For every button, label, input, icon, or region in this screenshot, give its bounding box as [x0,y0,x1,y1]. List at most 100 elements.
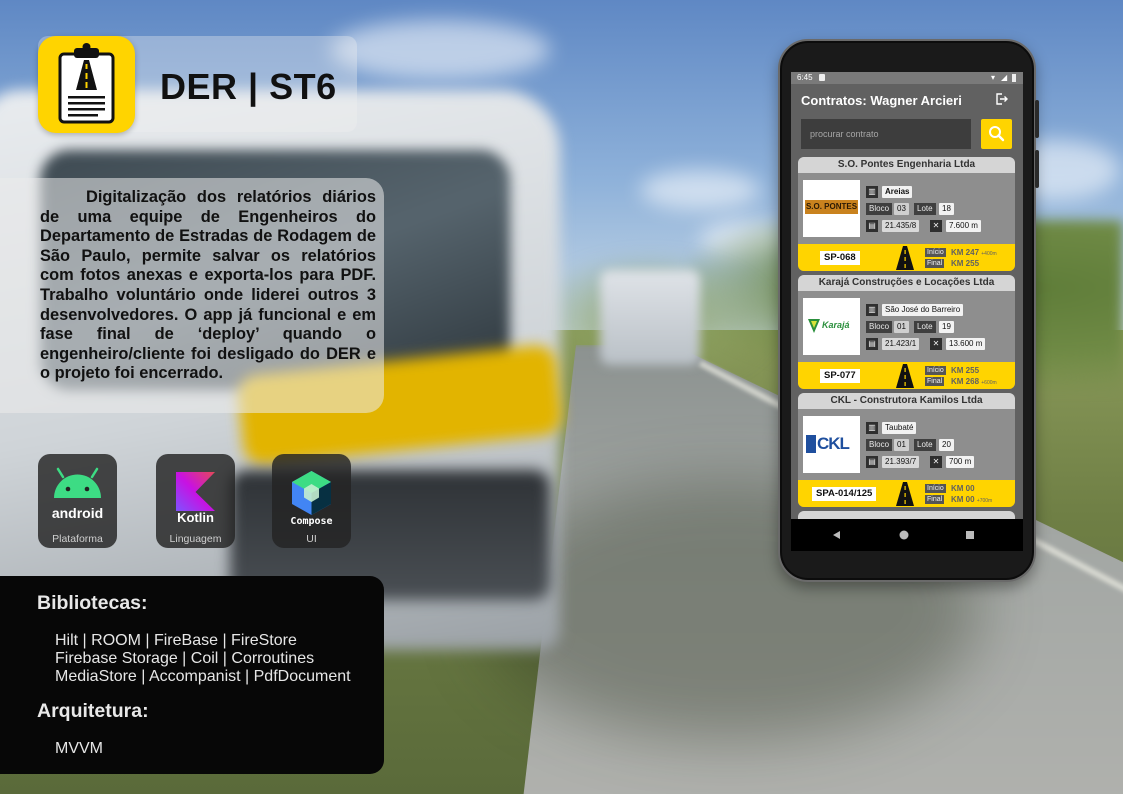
contract-card[interactable]: CKL - Construtora Kamilos Ltda CKL ▥ Tau… [798,393,1015,507]
road-icon [896,246,914,270]
contract-card-partial[interactable] [798,511,1015,519]
tech-name: android [52,505,103,521]
final-label: Final [925,377,945,386]
road-icon [896,364,914,388]
phone-power-button [1035,150,1039,188]
contract-company: S.O. Pontes Engenharia Ltda [798,157,1015,173]
search-input[interactable]: procurar contrato [801,119,971,149]
road-code: SP-068 [820,251,860,265]
android-nav-bar [791,519,1023,551]
tech-name: Kotlin [177,510,214,525]
bloco-value: 03 [894,203,909,215]
company-logo: CKL [803,416,860,473]
tools-icon: ✕ [930,220,942,232]
back-icon[interactable] [833,531,840,539]
tech-tile-kotlin: Kotlin Linguagem [156,454,235,548]
document-icon: ▤ [866,338,878,350]
tools-icon: ✕ [930,338,942,350]
tools-icon: ✕ [930,456,942,468]
bloco-label: Bloco [866,439,893,451]
recents-icon[interactable] [966,531,974,539]
inicio-value: KM 255 [951,366,980,375]
status-bar: 6:45 ▾ ◢ [791,72,1023,84]
libraries-line: Firebase Storage | Coil | Corroutines [55,650,315,667]
doc-number: 21.423/1 [882,338,920,350]
extent-value: 7.600 m [946,220,981,232]
project-description: Digitalização dos relatórios diários de … [40,188,376,383]
lote-value: 18 [939,203,954,215]
contract-card[interactable]: Karajá Construções e Locações Ltda Karaj… [798,275,1015,389]
architecture-value: MVVM [55,740,103,757]
final-value: KM 00 +700m [951,495,993,504]
city-icon: ▥ [866,186,878,198]
inicio-value: KM 247 +400m [951,248,997,257]
battery-icon [1012,74,1016,82]
contract-company: Karajá Construções e Locações Ltda [798,275,1015,291]
inicio-label: Início [925,248,946,257]
city-icon: ▥ [866,304,878,316]
contract-footer: SP-077 Início KM 255 Final KM 268 +600m [798,362,1015,389]
app-title: DER | ST6 [160,66,337,107]
city-icon: ▥ [866,422,878,434]
lote-label: Lote [914,439,936,451]
final-value: KM 255 [951,259,980,268]
search-icon [989,126,1005,142]
lote-value: 20 [939,439,954,451]
kotlin-icon: Kotlin [176,472,215,525]
lote-label: Lote [914,321,936,333]
inicio-value: KM 00 [951,484,975,493]
extent-value: 700 m [946,456,975,468]
inicio-label: Início [925,366,946,375]
home-icon[interactable] [899,530,909,540]
signal-icon: ◢ [1001,73,1008,82]
final-label: Final [925,259,945,268]
road-icon [896,482,914,506]
doc-number: 21.393/7 [882,456,920,468]
final-value: KM 268 +600m [951,377,997,386]
contract-footer: SPA-014/125 Início KM 00 Final KM 00 +70… [798,480,1015,507]
tech-caption: Linguagem [169,533,222,545]
android-icon: android [52,467,103,521]
sd-card-icon [819,74,825,81]
contract-footer: SP-068 Início KM 247 +400m Final KM 255 [798,244,1015,271]
road-code: SP-077 [820,369,860,383]
tech-tile-compose: Compose UI [272,454,351,548]
status-time: 6:45 [797,73,813,82]
appbar-title: Contratos: Wagner Arcieri [801,93,962,108]
tech-tile-android: android Plataforma [38,454,117,548]
libraries-line: MediaStore | Accompanist | PdfDocument [55,668,351,685]
city-name: São José do Barreiro [882,304,964,316]
tech-caption: UI [306,533,317,545]
company-logo: S.O. PONTES [803,180,860,237]
phone-volume-button [1035,100,1039,138]
extent-value: 13.600 m [946,338,986,350]
final-label: Final [925,495,945,504]
bloco-label: Bloco [866,203,893,215]
phone-screen: 6:45 ▾ ◢ Contratos: Wagner Arcieri procu… [791,72,1023,519]
logout-icon[interactable] [996,93,1008,105]
libraries-line: Hilt | ROOM | FireBase | FireStore [55,632,297,649]
compose-icon: Compose [290,471,333,527]
document-icon: ▤ [866,220,878,232]
search-button[interactable] [981,119,1012,149]
city-name: Areias [882,186,913,198]
clipboard-road-icon [38,36,135,133]
document-icon: ▤ [866,456,878,468]
inicio-label: Início [925,484,946,493]
tech-caption: Plataforma [52,533,103,545]
wifi-icon: ▾ [991,73,996,82]
libraries-heading: Bibliotecas: [37,592,148,614]
bloco-value: 01 [894,321,909,333]
lote-value: 19 [939,321,954,333]
city-name: Taubaté [882,422,917,434]
road-code: SPA-014/125 [812,487,877,501]
architecture-heading: Arquitetura: [37,700,149,722]
company-logo: Karajá [803,298,860,355]
tech-name: Compose [290,516,332,527]
lote-label: Lote [914,203,936,215]
bloco-label: Bloco [866,321,893,333]
doc-number: 21.435/8 [882,220,920,232]
contract-company: CKL - Construtora Kamilos Ltda [798,393,1015,409]
contract-card[interactable]: S.O. Pontes Engenharia Ltda S.O. PONTES … [798,157,1015,271]
bloco-value: 01 [894,439,909,451]
